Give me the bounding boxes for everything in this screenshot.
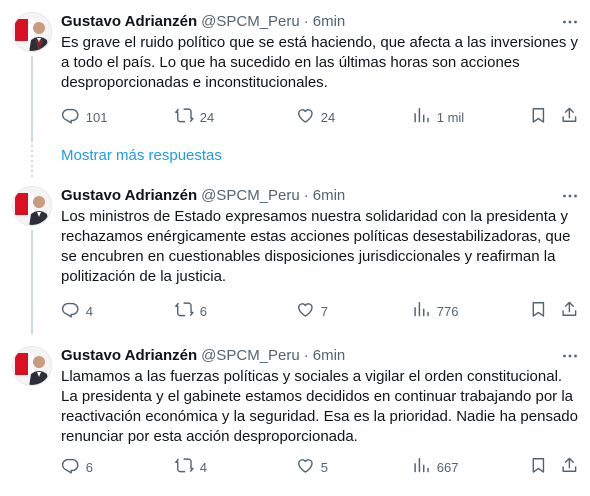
like-count: 24 bbox=[320, 109, 336, 125]
share-icon bbox=[560, 300, 579, 322]
views-icon bbox=[412, 456, 431, 478]
separator-dot: · bbox=[303, 187, 309, 204]
bookmark-icon bbox=[529, 106, 548, 128]
like-icon bbox=[296, 456, 315, 478]
avatar[interactable] bbox=[12, 12, 52, 52]
author-name[interactable]: Gustavo Adrianzén bbox=[61, 12, 197, 32]
author-handle[interactable]: @SPCM_Peru bbox=[201, 186, 300, 206]
views-icon bbox=[412, 106, 431, 128]
avatar[interactable] bbox=[12, 186, 52, 226]
retweet-count: 4 bbox=[199, 459, 207, 475]
avatar-photo bbox=[13, 13, 51, 51]
views-count: 667 bbox=[436, 459, 459, 475]
retweet-count: 24 bbox=[199, 109, 215, 125]
reply-count: 101 bbox=[85, 109, 108, 125]
more-icon[interactable] bbox=[562, 14, 578, 30]
retweet-button[interactable]: 24 bbox=[175, 107, 214, 127]
like-count: 7 bbox=[320, 303, 328, 319]
views-button[interactable]: 776 bbox=[412, 301, 458, 321]
timestamp[interactable]: 6min bbox=[313, 186, 346, 206]
bookmark-button[interactable] bbox=[529, 301, 548, 321]
reply-icon bbox=[61, 106, 80, 128]
reply-count: 4 bbox=[85, 303, 93, 319]
views-count: 1 mil bbox=[436, 109, 465, 125]
retweet-icon bbox=[175, 456, 194, 478]
tweet-text: Los ministros de Estado expresamos nuest… bbox=[61, 208, 571, 285]
like-icon bbox=[296, 300, 315, 322]
bookmark-icon bbox=[529, 300, 548, 322]
timestamp[interactable]: 6min bbox=[313, 12, 346, 32]
bookmark-button[interactable] bbox=[529, 107, 548, 127]
views-button[interactable]: 667 bbox=[412, 457, 458, 477]
like-button[interactable]: 5 bbox=[296, 457, 328, 477]
tweet[interactable]: Gustavo Adrianzén @SPCM_Peru · 6min Llam… bbox=[0, 334, 590, 496]
views-icon bbox=[412, 300, 431, 322]
avatar-photo bbox=[13, 187, 51, 225]
author-name[interactable]: Gustavo Adrianzén bbox=[61, 186, 197, 206]
timestamp[interactable]: 6min bbox=[313, 346, 346, 366]
author-handle[interactable]: @SPCM_Peru bbox=[201, 346, 300, 366]
retweet-icon bbox=[175, 300, 194, 322]
retweet-button[interactable]: 4 bbox=[175, 457, 207, 477]
more-icon[interactable] bbox=[562, 188, 578, 204]
thread-line bbox=[31, 230, 33, 334]
retweet-button[interactable]: 6 bbox=[175, 301, 207, 321]
show-more-replies-link[interactable]: Mostrar más respuestas bbox=[61, 146, 222, 166]
tweet[interactable]: Gustavo Adrianzén @SPCM_Peru · 6min Es g… bbox=[0, 0, 590, 140]
tweet-text: Es grave el ruido político que se está h… bbox=[61, 34, 578, 91]
views-button[interactable]: 1 mil bbox=[412, 107, 464, 127]
separator-dot: · bbox=[303, 347, 309, 364]
thread-line bbox=[31, 56, 33, 140]
tweet[interactable]: Gustavo Adrianzén @SPCM_Peru · 6min Los … bbox=[0, 174, 590, 334]
avatar-photo bbox=[13, 347, 51, 385]
separator-dot: · bbox=[303, 13, 309, 30]
share-button[interactable] bbox=[560, 107, 579, 127]
bookmark-button[interactable] bbox=[529, 457, 548, 477]
reply-count: 6 bbox=[85, 459, 93, 475]
bookmark-icon bbox=[529, 456, 548, 478]
reply-icon bbox=[61, 300, 80, 322]
reply-button[interactable]: 6 bbox=[61, 457, 93, 477]
author-name[interactable]: Gustavo Adrianzén bbox=[61, 346, 197, 366]
share-icon bbox=[560, 106, 579, 128]
share-button[interactable] bbox=[560, 301, 579, 321]
tweet-text: Llamamos a las fuerzas políticas y socia… bbox=[61, 368, 578, 445]
retweet-count: 6 bbox=[199, 303, 207, 319]
views-count: 776 bbox=[436, 303, 459, 319]
retweet-icon bbox=[175, 106, 194, 128]
like-button[interactable]: 7 bbox=[296, 301, 328, 321]
share-icon bbox=[560, 456, 579, 478]
more-icon[interactable] bbox=[562, 348, 578, 364]
thread-connector bbox=[31, 140, 33, 178]
author-handle[interactable]: @SPCM_Peru bbox=[201, 12, 300, 32]
reply-button[interactable]: 101 bbox=[61, 107, 107, 127]
like-button[interactable]: 24 bbox=[296, 107, 335, 127]
like-icon bbox=[296, 106, 315, 128]
like-count: 5 bbox=[320, 459, 328, 475]
reply-icon bbox=[61, 456, 80, 478]
share-button[interactable] bbox=[560, 457, 579, 477]
avatar[interactable] bbox=[12, 346, 52, 386]
reply-button[interactable]: 4 bbox=[61, 301, 93, 321]
